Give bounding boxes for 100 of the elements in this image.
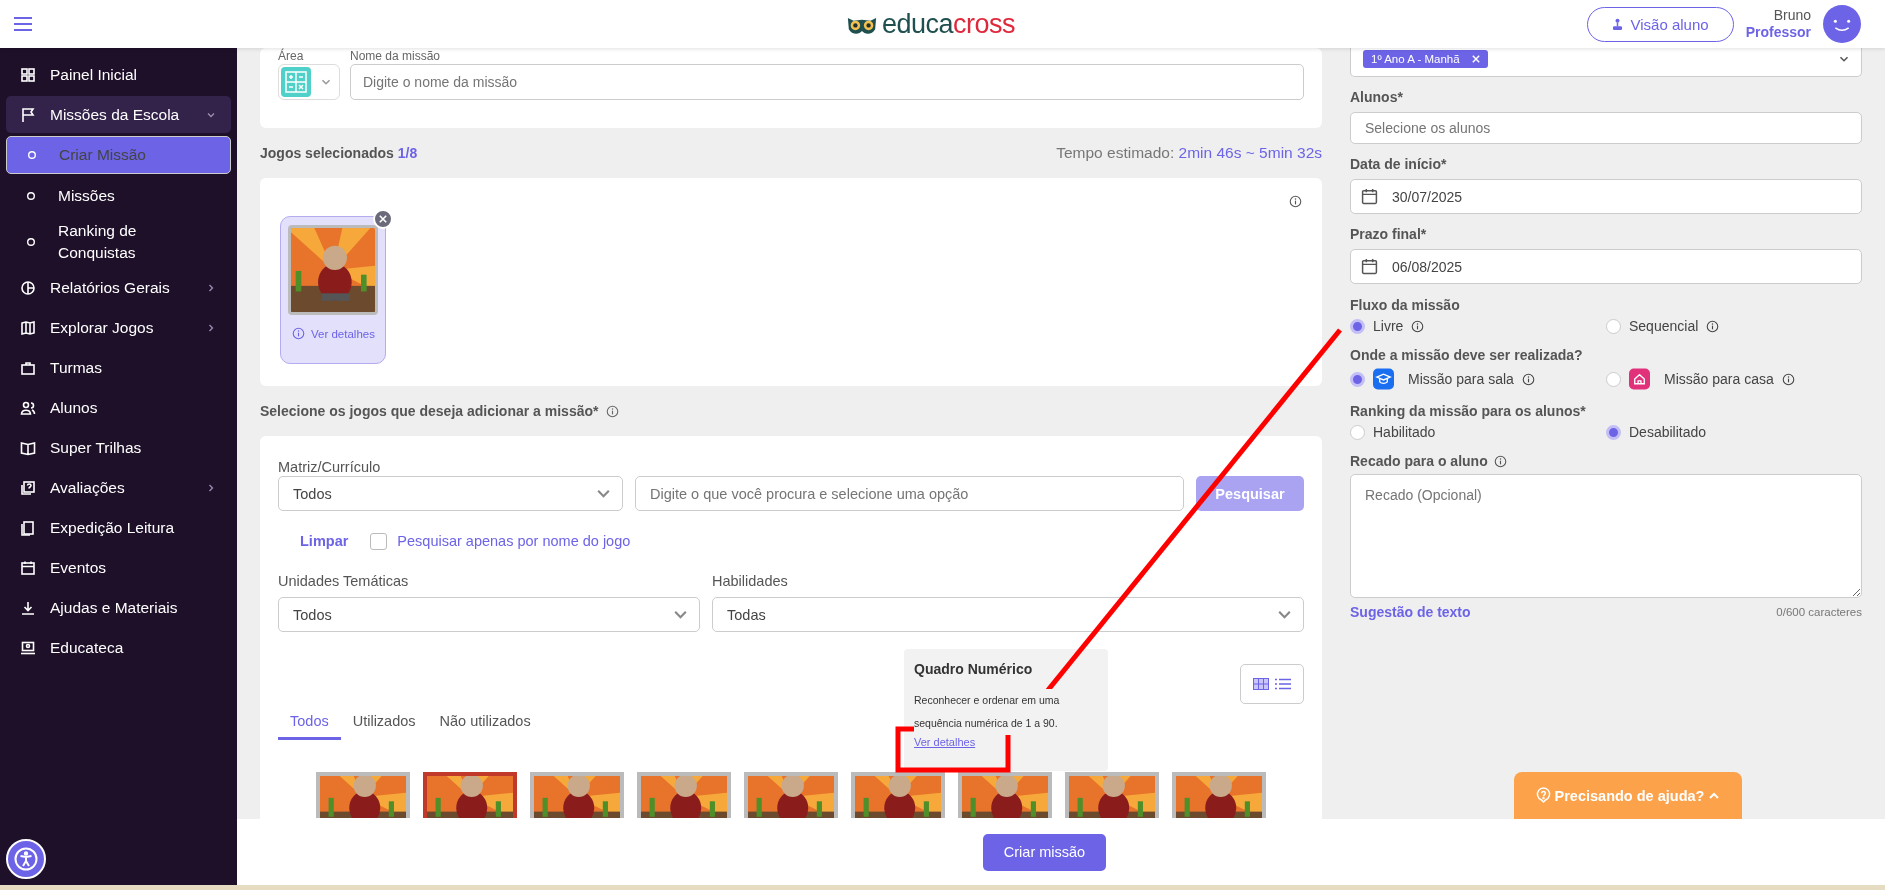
logo-wordmark: educacross	[881, 8, 1016, 40]
sidebar-item-label: Explorar Jogos	[50, 318, 155, 337]
info-icon	[292, 327, 305, 340]
sidebar-item-label: Criar Missão	[59, 145, 147, 165]
radio-button[interactable]	[1606, 424, 1621, 440]
sidebar-item[interactable]: Expedição Leitura	[6, 509, 231, 546]
estimated-time: Tempo estimado: 2min 46s ~ 5min 32s	[1056, 144, 1322, 162]
start-date-field[interactable]: 30/07/2025	[1350, 179, 1862, 214]
sidebar-item[interactable]: Alunos	[6, 389, 231, 426]
field-label: Unidades Temáticas	[278, 573, 410, 589]
download-icon	[20, 599, 36, 616]
tab[interactable]: Não utilizados	[427, 713, 543, 740]
curriculum-select[interactable]: Todos	[278, 476, 623, 511]
character-counter: 0/600 caracteres	[1776, 606, 1862, 618]
search-field[interactable]: Digite o que você procura e selecione uma opção	[635, 476, 1184, 511]
students-field[interactable]: Selecione os alunos	[1350, 112, 1862, 144]
mission-name-field[interactable]: Digite o nome da missão	[350, 64, 1304, 100]
checkbox-label: Pesquisar apenas por nome do jogo	[397, 533, 631, 549]
menu-icon	[14, 17, 32, 31]
accessibility-button[interactable]	[6, 839, 46, 879]
radio-button[interactable]	[1350, 424, 1365, 440]
grid-icon	[20, 66, 36, 83]
field-label: Prazo final*	[1350, 226, 1428, 242]
close-icon[interactable]	[1471, 55, 1480, 63]
user-role: Professor	[1745, 24, 1811, 41]
radio-label: Desabilitado	[1629, 424, 1707, 440]
sidebar-item-label: Ajudas e Materiais	[50, 598, 179, 617]
calendar-icon	[20, 559, 36, 576]
sidebar-item[interactable]: Missões da Escola	[6, 96, 231, 133]
sidebar-subitem[interactable]: Ranking de Conquistas	[6, 218, 231, 266]
sidebar-item-label: Turmas	[50, 358, 103, 377]
sidebar-item[interactable]: Super Trilhas	[6, 429, 231, 466]
skills-select[interactable]: Todas	[712, 597, 1304, 632]
info-icon	[1521, 372, 1535, 386]
question-card-icon	[20, 479, 36, 496]
sidebar-item[interactable]: Relatórios Gerais	[6, 269, 231, 306]
info-icon	[1493, 454, 1507, 468]
map-icon	[20, 319, 36, 336]
sidebar-item-label: Relatórios Gerais	[50, 278, 171, 297]
tab[interactable]: Todos	[278, 713, 341, 740]
details-link[interactable]: Ver detalhes	[292, 327, 378, 340]
details-link[interactable]: Ver detalhes	[914, 736, 1098, 748]
remove-button[interactable]	[373, 209, 393, 229]
radio-button[interactable]	[1606, 371, 1621, 387]
radio-label: Missão para sala	[1408, 371, 1514, 387]
tooltip-title: Quadro Numérico	[914, 661, 1034, 677]
class-select[interactable]: 1º Ano A - Manhã	[1350, 48, 1862, 77]
message-field[interactable]: Recado (Opcional)	[1350, 474, 1862, 598]
accessibility-icon	[14, 847, 38, 871]
sidebar-item-label: Ranking de Conquistas	[58, 221, 138, 263]
field-label: Onde a missão deve ser realizada?	[1350, 347, 1584, 363]
sidebar-item[interactable]: Avaliações	[6, 469, 231, 506]
field-label: Fluxo da missão	[1350, 297, 1461, 313]
user-name: Bruno	[1773, 7, 1811, 24]
sidebar-item-label: Expedição Leitura	[50, 518, 176, 537]
student-view-button[interactable]: Visão aluno	[1586, 6, 1734, 42]
section-title: Jogos selecionados 1/8	[260, 145, 418, 161]
radio-button[interactable]	[1350, 318, 1365, 334]
sidebar-item[interactable]: Painel Inicial	[6, 56, 231, 93]
people-icon	[20, 399, 36, 416]
avatar[interactable]	[1823, 5, 1861, 43]
joystick-icon	[1611, 17, 1623, 31]
tab[interactable]: Utilizados	[340, 713, 428, 740]
end-date-field[interactable]: 06/08/2025	[1350, 249, 1862, 284]
sidebar-item[interactable]: Eventos	[6, 549, 231, 586]
sidebar-subitem[interactable]: Missões	[6, 177, 231, 215]
info-icon	[1289, 195, 1302, 208]
pie-chart-icon	[20, 279, 36, 296]
circle-icon	[27, 150, 37, 160]
sidebar-item[interactable]: Educateca	[6, 629, 231, 666]
flag-icon	[20, 106, 36, 123]
close-icon	[379, 215, 387, 223]
book-icon	[20, 519, 36, 536]
checkbox[interactable]	[370, 532, 388, 550]
section-title: Selecione os jogos que deseja adicionar a missão*	[260, 403, 599, 419]
sidebar-item[interactable]: Turmas	[6, 349, 231, 386]
radio-button[interactable]	[1606, 318, 1621, 334]
sidebar-item[interactable]: Ajudas e Materiais	[6, 589, 231, 626]
create-mission-button[interactable]: Criar missão	[983, 833, 1106, 871]
radio-button[interactable]	[1350, 371, 1365, 387]
laptop-icon	[20, 639, 36, 656]
circle-icon	[26, 237, 36, 247]
thematic-units-select[interactable]: Todos	[278, 597, 700, 632]
sidebar-item-label: Super Trilhas	[50, 438, 143, 457]
field-label: Nome da missão	[350, 50, 442, 62]
info-icon	[1706, 319, 1720, 333]
list-view-icon[interactable]	[1275, 678, 1291, 690]
sidebar-item-label: Painel Inicial	[50, 65, 139, 84]
grid-view-icon[interactable]	[1253, 678, 1269, 690]
calendar-icon	[1361, 258, 1378, 275]
sidebar-item[interactable]: Explorar Jogos	[6, 309, 231, 346]
info-icon	[606, 404, 620, 418]
open-book-icon	[20, 439, 36, 456]
info-icon	[1781, 372, 1795, 386]
field-label: Ranking da missão para os alunos*	[1350, 403, 1587, 419]
radio-label: Missão para casa	[1664, 371, 1774, 387]
clear-link[interactable]: Limpar	[300, 533, 349, 549]
radio-label: Habilitado	[1373, 424, 1436, 440]
sidebar-item-label: Missões da Escola	[50, 105, 181, 124]
text-suggestion-link[interactable]: Sugestão de texto	[1350, 604, 1471, 620]
